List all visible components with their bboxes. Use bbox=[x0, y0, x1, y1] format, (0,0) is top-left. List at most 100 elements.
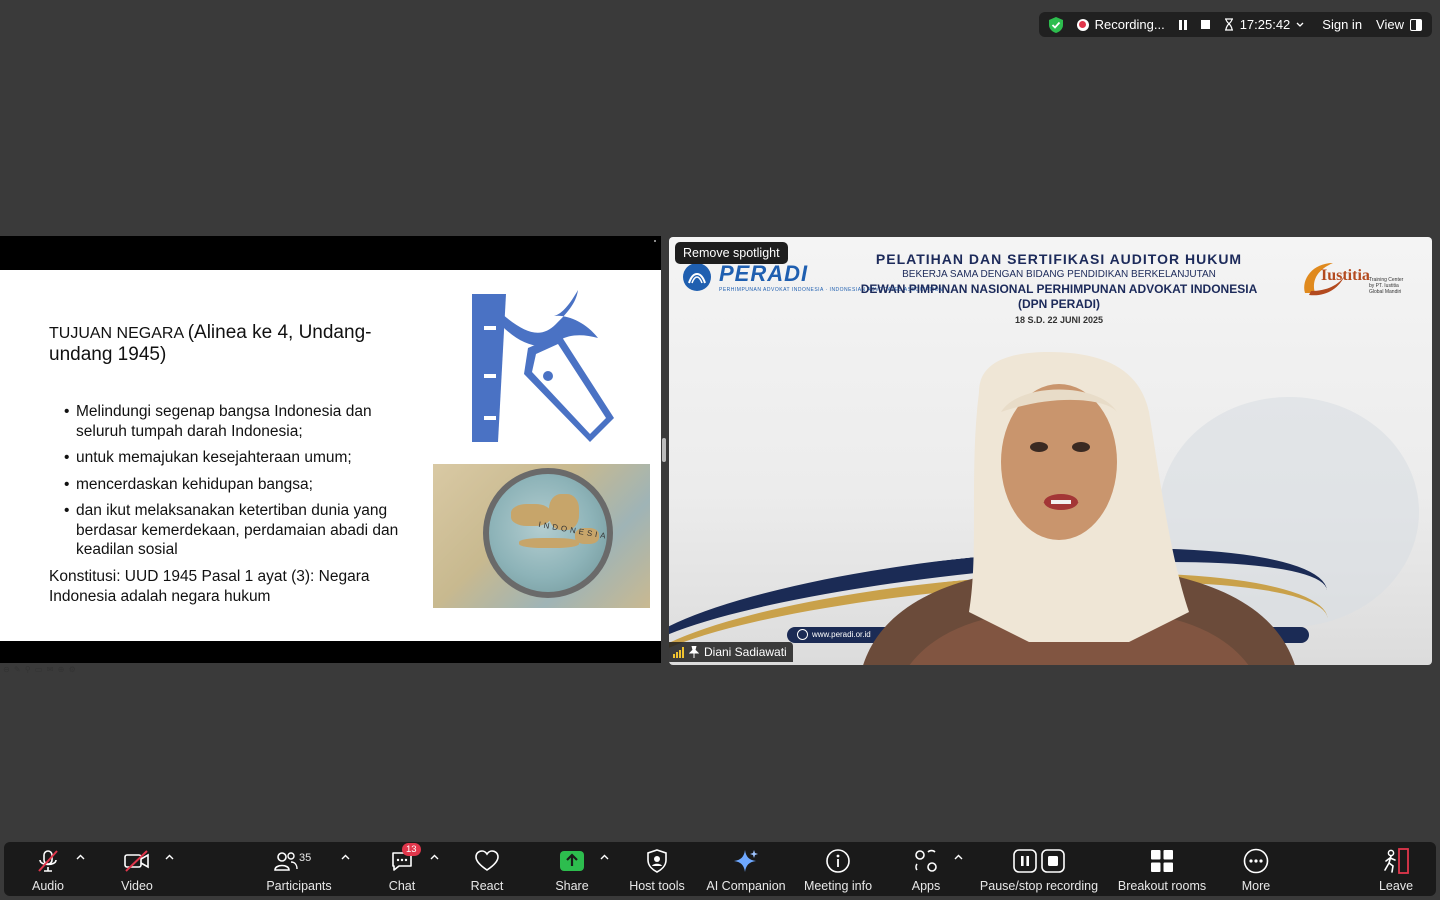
list-item: mencerdaskan kehidupan bangsa; bbox=[64, 475, 409, 495]
chat-unread-badge: 13 bbox=[402, 843, 421, 856]
leave-label: Leave bbox=[1378, 879, 1414, 893]
video-options-caret[interactable] bbox=[164, 852, 174, 862]
audio-button[interactable]: Audio bbox=[28, 842, 68, 896]
iustitia-logo: Iustitia Training Center by PT. Iustitia… bbox=[1299, 257, 1409, 301]
share-options-caret[interactable] bbox=[599, 852, 609, 862]
meeting-timer[interactable]: 17:25:42 bbox=[1224, 17, 1305, 32]
event-banner: PELATIHAN DAN SERTIFIKASI AUDITOR HUKUM … bbox=[829, 251, 1289, 325]
ai-companion-label: AI Companion bbox=[706, 879, 786, 893]
k-logo-icon bbox=[472, 290, 614, 442]
list-item: Melindungi segenap bangsa Indonesia dan … bbox=[64, 402, 409, 441]
heart-icon bbox=[475, 850, 499, 871]
hourglass-icon bbox=[1224, 18, 1233, 31]
encryption-indicator[interactable] bbox=[1048, 16, 1063, 33]
share-label: Share bbox=[555, 879, 589, 893]
chevron-up-icon bbox=[341, 854, 349, 860]
peradi-wordmark: PERADI bbox=[719, 261, 809, 286]
apps-options-caret[interactable] bbox=[953, 852, 963, 862]
chevron-up-icon bbox=[165, 854, 173, 860]
shared-screen-pane[interactable]: TUJUAN NEGARA (Alinea ke 4, Undang-undan… bbox=[0, 236, 661, 674]
record-dot-icon bbox=[1076, 18, 1089, 31]
split-view-resize-handle[interactable] bbox=[662, 438, 666, 462]
breakout-rooms-label: Breakout rooms bbox=[1117, 879, 1207, 893]
chat-button[interactable]: 13 Chat bbox=[382, 842, 422, 896]
ai-companion-button[interactable]: AI Companion bbox=[704, 842, 788, 896]
participants-button[interactable]: 35 Participants bbox=[262, 842, 336, 896]
slide-title: TUJUAN NEGARA (Alinea ke 4, Undang-undan… bbox=[49, 322, 419, 365]
stop-recording-icon[interactable] bbox=[1200, 20, 1210, 29]
meeting-time: 17:25:42 bbox=[1239, 17, 1291, 32]
more-button[interactable]: More bbox=[1236, 842, 1276, 896]
participant-name: Diani Sadiawati bbox=[704, 645, 787, 659]
chat-label: Chat bbox=[388, 879, 416, 893]
map-magnifier-image: INDONESIA bbox=[433, 464, 650, 608]
stop-recording-button-icon bbox=[1041, 849, 1065, 873]
participants-icon bbox=[274, 852, 298, 871]
video-label: Video bbox=[121, 879, 153, 893]
info-icon bbox=[826, 849, 850, 873]
share-button[interactable]: Share bbox=[552, 842, 592, 896]
iustitia-wordmark: Iustitia bbox=[1321, 267, 1370, 284]
website-url: www.peradi.or.id bbox=[797, 629, 871, 640]
react-button[interactable]: React bbox=[467, 842, 507, 896]
list-item: dan ikut melaksanakan ketertiban dunia y… bbox=[64, 501, 409, 560]
breakout-rooms-button[interactable]: Breakout rooms bbox=[1116, 842, 1208, 896]
host-tools-button[interactable]: Host tools bbox=[624, 842, 690, 896]
banner-organization: DEWAN PIMPINAN NASIONAL PERHIMPUNAN ADVO… bbox=[860, 282, 1258, 296]
chevron-down-icon bbox=[1296, 22, 1304, 27]
network-signal-icon bbox=[673, 646, 684, 658]
speaker-video-tile[interactable]: Remove spotlight PERADI PERHIMPUNAN ADVO… bbox=[669, 237, 1432, 665]
participant-name-tag: Diani Sadiawati bbox=[669, 642, 793, 662]
react-label: React bbox=[470, 879, 504, 893]
audio-options-caret[interactable] bbox=[75, 852, 85, 862]
more-dots-icon bbox=[1243, 848, 1269, 874]
chat-options-caret[interactable] bbox=[429, 852, 439, 862]
chevron-up-icon bbox=[954, 854, 962, 860]
audio-label: Audio bbox=[32, 879, 64, 893]
banner-date: 18 S.D. 22 JUNI 2025 bbox=[1014, 315, 1104, 325]
view-layout-icon bbox=[1410, 18, 1422, 31]
apps-label: Apps bbox=[911, 879, 941, 893]
microphone-muted-icon bbox=[38, 850, 58, 872]
iustitia-subtitle: Training Center by PT. Iustitia Global M… bbox=[1369, 277, 1404, 295]
peradi-logo: PERADI PERHIMPUNAN ADVOKAT INDONESIA · I… bbox=[681, 261, 943, 295]
host-shield-icon bbox=[647, 849, 667, 873]
remove-spotlight-button[interactable]: Remove spotlight bbox=[675, 242, 788, 264]
chevron-up-icon bbox=[430, 854, 438, 860]
recording-label: Recording... bbox=[1094, 17, 1165, 32]
slide-bullet-list: Melindungi segenap bangsa Indonesia dan … bbox=[64, 402, 409, 567]
konstitusi-text: Konstitusi: UUD 1945 Pasal 1 ayat (3): N… bbox=[49, 568, 370, 605]
apps-button[interactable]: Apps bbox=[906, 842, 946, 896]
pause-stop-recording-button[interactable]: Pause/stop recording bbox=[976, 842, 1102, 896]
banner-title: PELATIHAN DAN SERTIFIKASI AUDITOR HUKUM bbox=[875, 251, 1243, 267]
banner-organization-abbr: (DPN PERADI) bbox=[1017, 297, 1100, 311]
leave-button[interactable]: Leave bbox=[1376, 842, 1416, 896]
apps-grid-icon bbox=[915, 849, 937, 872]
chevron-up-icon bbox=[76, 854, 84, 860]
sign-in-link[interactable]: Sign in bbox=[1322, 17, 1362, 32]
participants-label: Participants bbox=[266, 879, 332, 893]
view-label: View bbox=[1376, 17, 1404, 32]
participants-options-caret[interactable] bbox=[340, 852, 350, 862]
pause-stop-recording-label: Pause/stop recording bbox=[979, 879, 1099, 893]
host-tools-label: Host tools bbox=[629, 879, 685, 893]
slide-tool-icons[interactable]: ⊖ ✎ ⚲ ▭ ✉ ⊕ ⚙ bbox=[3, 665, 77, 674]
recording-indicator: Recording... bbox=[1076, 17, 1165, 32]
pause-recording-button-icon bbox=[1013, 849, 1037, 873]
peradi-emblem-icon bbox=[683, 263, 711, 291]
pause-recording-icon[interactable] bbox=[1178, 19, 1187, 30]
meeting-info-button[interactable]: Meeting info bbox=[800, 842, 876, 896]
meeting-info-label: Meeting info bbox=[803, 879, 873, 893]
video-button[interactable]: Video bbox=[117, 842, 157, 896]
video-camera-off-icon bbox=[124, 850, 149, 872]
meeting-status-bar: Recording... 17:25:42 Sign in View bbox=[1038, 12, 1432, 37]
view-button[interactable]: View bbox=[1376, 17, 1422, 32]
presentation-slide: TUJUAN NEGARA (Alinea ke 4, Undang-undan… bbox=[0, 270, 661, 674]
participants-count: 35 bbox=[299, 852, 312, 864]
pin-icon bbox=[689, 646, 699, 658]
banner-subtitle: BEKERJA SAMA DENGAN BIDANG PENDIDIKAN BE… bbox=[902, 269, 1216, 280]
breakout-rooms-icon bbox=[1151, 850, 1173, 872]
chevron-up-icon bbox=[600, 854, 608, 860]
shield-check-icon bbox=[1048, 16, 1063, 33]
leave-exit-icon bbox=[1384, 848, 1409, 874]
